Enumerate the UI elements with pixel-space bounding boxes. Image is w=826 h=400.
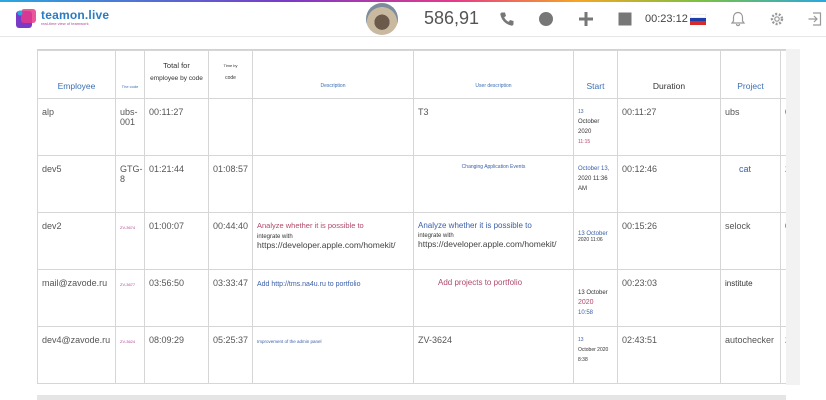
- language-flag-icon[interactable]: [690, 14, 706, 25]
- table-header-row: Employee The code Total for employee by …: [37, 50, 786, 99]
- total-cell: 03:56:50: [144, 269, 209, 327]
- employee-cell: dev5: [37, 155, 116, 213]
- project-cell: institute: [720, 269, 781, 327]
- horizontal-scrollbar[interactable]: [37, 395, 786, 400]
- bell-icon[interactable]: [730, 11, 746, 27]
- column-header-start[interactable]: Start: [573, 50, 618, 99]
- session-timer: 00:23:12: [645, 13, 688, 25]
- table-row[interactable]: dev2 ZV-3674 01:00:07 00:44:40 Analyze w…: [37, 212, 786, 270]
- table-row[interactable]: dev5 GTG-8 01:21:44 01:08:57 Changing Ap…: [37, 155, 786, 213]
- code-cell: ZV-3677: [115, 269, 145, 327]
- table-row[interactable]: mail@zavode.ru ZV-3677 03:56:50 03:33:47…: [37, 269, 786, 327]
- column-header-description[interactable]: Description: [252, 50, 414, 99]
- column-header-duration[interactable]: Duration: [617, 50, 721, 99]
- start-cell: 13 October 2020 10:58: [573, 269, 618, 327]
- code-cell: ZV-3674: [115, 212, 145, 270]
- user-description-cell: Add projects to portfolio: [413, 269, 574, 327]
- duration-cell: 00:11:27: [617, 98, 721, 156]
- time-by-code-cell: 03:33:47: [208, 269, 253, 327]
- description-cell: [252, 98, 414, 156]
- project-cell: autochecker: [720, 326, 781, 384]
- logo-tagline: real-time view of teamwork: [41, 21, 89, 26]
- time-report-table-container: Employee The code Total for employee by …: [37, 49, 786, 386]
- employee-cell: dev4@zavode.ru: [37, 326, 116, 384]
- gear-icon[interactable]: [769, 11, 785, 27]
- project-cell: ubs: [720, 98, 781, 156]
- user-description-cell: Changing Application Events: [413, 155, 574, 213]
- description-cell: Analyze whether it is possible to integr…: [252, 212, 414, 270]
- start-cell: 13 October 2020 11:15: [573, 98, 618, 156]
- description-cell: Improvement of the admin panel: [252, 326, 414, 384]
- project-cell: cat: [720, 155, 781, 213]
- total-cell: 08:09:29: [144, 326, 209, 384]
- column-header-code[interactable]: The code: [115, 50, 145, 99]
- description-cell: Add http://tms.na4u.ru to portfolio: [252, 269, 414, 327]
- code-cell: GTG-8: [115, 155, 145, 213]
- table-row[interactable]: dev4@zavode.ru ZV-3624 08:09:29 05:25:37…: [37, 326, 786, 384]
- duration-cell: 00:23:03: [617, 269, 721, 327]
- logo[interactable]: teamon.live real-time view of teamwork: [15, 6, 113, 32]
- time-by-code-cell: [208, 98, 253, 156]
- employee-cell: alp: [37, 98, 116, 156]
- logo-text: teamon.live: [41, 8, 110, 22]
- column-header-time-by-code[interactable]: Time by code: [208, 50, 253, 99]
- project-cell: selock: [720, 212, 781, 270]
- stop-icon[interactable]: [617, 11, 633, 27]
- start-cell: October 13, 2020 11:36 AM: [573, 155, 618, 213]
- time-report-table: Employee The code Total for employee by …: [37, 50, 786, 384]
- time-by-code-cell: 01:08:57: [208, 155, 253, 213]
- phone-icon[interactable]: [499, 11, 515, 27]
- plus-icon[interactable]: [578, 11, 594, 27]
- column-header-user-description[interactable]: User description: [413, 50, 574, 99]
- top-bar: teamon.live real-time view of teamwork 5…: [0, 2, 826, 37]
- column-header-project[interactable]: Project: [720, 50, 781, 99]
- user-description-cell: Analyze whether it is possible to integr…: [413, 212, 574, 270]
- user-description-cell: T3: [413, 98, 574, 156]
- balance-amount: 586,91: [424, 8, 480, 28]
- table-row[interactable]: alp ubs-001 00:11:27 T3 13 October 2020 …: [37, 98, 786, 156]
- description-cell: [252, 155, 414, 213]
- duration-cell: 02:43:51: [617, 326, 721, 384]
- start-cell: 13 October 2020 11:06: [573, 212, 618, 270]
- duration-cell: 00:15:26: [617, 212, 721, 270]
- duration-cell: 00:12:46: [617, 155, 721, 213]
- total-cell: 01:21:44: [144, 155, 209, 213]
- code-cell: ubs-001: [115, 98, 145, 156]
- time-by-code-cell: 00:44:40: [208, 212, 253, 270]
- vertical-scrollbar[interactable]: [786, 49, 800, 385]
- user-description-cell: ZV-3624: [413, 326, 574, 384]
- total-cell: 01:00:07: [144, 212, 209, 270]
- logout-icon[interactable]: [807, 11, 823, 27]
- employee-cell: mail@zavode.ru: [37, 269, 116, 327]
- column-header-total[interactable]: Total for employee by code: [144, 50, 209, 99]
- record-icon[interactable]: [538, 11, 554, 27]
- logo-icon: [16, 9, 36, 28]
- time-by-code-cell: 05:25:37: [208, 326, 253, 384]
- column-header-employee[interactable]: Employee: [37, 50, 116, 99]
- total-cell: 00:11:27: [144, 98, 209, 156]
- code-cell: ZV-3624: [115, 326, 145, 384]
- employee-cell: dev2: [37, 212, 116, 270]
- start-cell: 13 October 2020 8:38: [573, 326, 618, 384]
- avatar[interactable]: [366, 3, 398, 35]
